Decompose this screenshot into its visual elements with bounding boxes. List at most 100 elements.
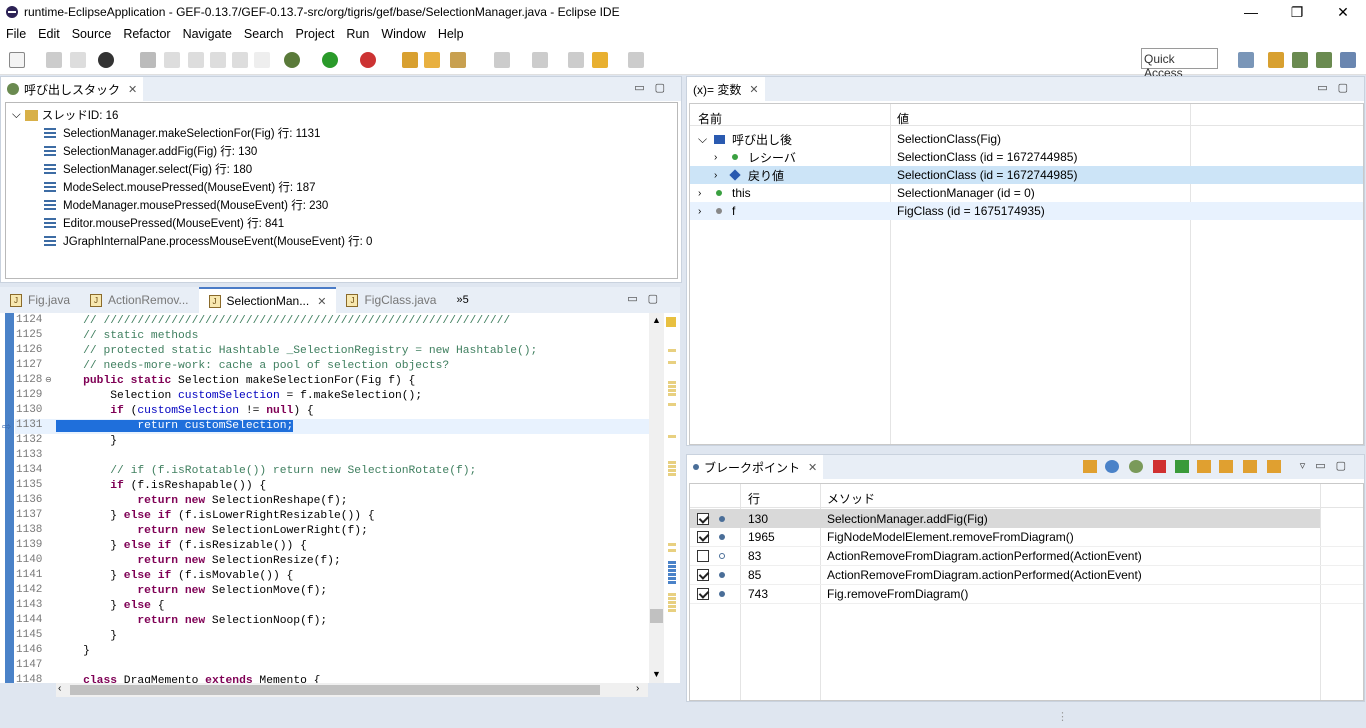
new-file-icon[interactable] xyxy=(9,52,25,68)
open-icon[interactable] xyxy=(1083,460,1097,473)
horizontal-scroll-thumb[interactable] xyxy=(70,685,600,695)
menu-source[interactable]: Source xyxy=(66,27,118,41)
close-icon[interactable]: ✕ xyxy=(749,83,758,96)
menu-refactor[interactable]: Refactor xyxy=(117,27,176,41)
menu-file[interactable]: File xyxy=(0,27,32,41)
scroll-right-icon[interactable]: › xyxy=(636,683,639,694)
code-editor[interactable]: ⇨ 1124 1125 1126 1127 1128 1129 1130 113… xyxy=(0,313,664,683)
editor-min-max-buttons[interactable]: ▭▢ xyxy=(627,292,668,305)
save-icon[interactable] xyxy=(46,52,62,68)
drop-frame-icon[interactable] xyxy=(210,52,226,68)
view-min-max-buttons[interactable]: ▭▢ xyxy=(634,81,675,94)
breakpoint-row[interactable]: 85 ActionRemoveFromDiagram.actionPerform… xyxy=(690,566,1363,585)
chevron-right-icon[interactable]: › xyxy=(698,188,701,199)
menu-edit[interactable]: Edit xyxy=(32,27,66,41)
menu-window[interactable]: Window xyxy=(375,27,431,41)
close-icon[interactable]: ✕ xyxy=(317,295,326,308)
variable-row[interactable]: ⌵ 呼び出し後 SelectionClass(Fig) xyxy=(690,130,1363,148)
prev-annotation-icon[interactable] xyxy=(532,52,548,68)
menu-project[interactable]: Project xyxy=(290,27,341,41)
tab-fig-java[interactable]: J Fig.java xyxy=(0,287,80,313)
tab-overflow[interactable]: »5 xyxy=(446,287,478,313)
open-perspective-icon[interactable] xyxy=(1238,52,1254,68)
debug-perspective-icon[interactable] xyxy=(1316,52,1332,68)
fold-icon[interactable]: ⊖ xyxy=(45,375,52,384)
last-edit-icon[interactable] xyxy=(568,52,584,68)
stack-frame[interactable]: Editor.mousePressed(MouseEvent) 行: 841 xyxy=(44,214,284,232)
menu-search[interactable]: Search xyxy=(238,27,290,41)
close-button[interactable]: ✕ xyxy=(1320,0,1366,24)
breakpoint-row[interactable]: 1965 FigNodeModelElement.removeFromDiagr… xyxy=(690,528,1363,547)
next-annotation-icon[interactable] xyxy=(494,52,510,68)
stack-frame[interactable]: SelectionManager.addFig(Fig) 行: 130 xyxy=(44,142,257,160)
scroll-down-icon[interactable]: ▼ xyxy=(652,669,661,679)
drop-to-frame-icon[interactable] xyxy=(1267,460,1281,473)
pencil-icon[interactable] xyxy=(450,52,466,68)
debug-icon[interactable] xyxy=(284,52,300,68)
stack-frame[interactable]: ModeManager.mousePressed(MouseEvent) 行: … xyxy=(44,196,328,214)
use-step-filters-icon[interactable] xyxy=(232,52,248,68)
warning-marker-icon[interactable] xyxy=(666,317,676,327)
chevron-right-icon[interactable]: › xyxy=(714,152,717,163)
step-into-icon[interactable] xyxy=(1197,460,1211,473)
chevron-down-icon[interactable]: ⌵ xyxy=(698,132,707,147)
new-java-project-icon[interactable] xyxy=(402,52,418,68)
stack-frame[interactable]: ModeSelect.mousePressed(MouseEvent) 行: 1… xyxy=(44,178,315,196)
menu-navigate[interactable]: Navigate xyxy=(177,27,238,41)
profile-icon[interactable] xyxy=(98,52,114,68)
column-header-line[interactable]: 行 xyxy=(748,490,760,507)
breakpoint-row-selected[interactable]: 130 SelectionManager.addFig(Fig) xyxy=(690,509,1320,528)
back-icon[interactable] xyxy=(592,52,608,68)
minimize-button[interactable]: — xyxy=(1228,0,1274,24)
column-header-value[interactable]: 値 xyxy=(897,110,909,127)
resource-perspective-icon[interactable] xyxy=(1340,52,1356,68)
step-return-icon[interactable] xyxy=(1243,460,1257,473)
variable-row[interactable]: › f FigClass (id = 1675174935) xyxy=(690,202,1363,220)
breakpoint-checkbox[interactable] xyxy=(697,512,709,525)
scroll-left-icon[interactable]: ‹ xyxy=(58,683,61,694)
view-min-max-buttons[interactable]: ▭▢ xyxy=(1317,81,1358,94)
tab-selectionmanager[interactable]: J SelectionMan... ✕ xyxy=(198,287,337,313)
skip-breakpoints-icon[interactable] xyxy=(164,52,180,68)
forward-icon[interactable] xyxy=(628,52,644,68)
breakpoint-checkbox[interactable] xyxy=(697,569,709,581)
menu-run[interactable]: Run xyxy=(340,27,375,41)
save-all-icon[interactable] xyxy=(70,52,86,68)
chevron-down-icon[interactable]: ⌵ xyxy=(12,109,21,122)
tab-variables[interactable]: (x)= 変数 ✕ xyxy=(687,77,765,101)
tab-callstack[interactable]: 呼び出しスタック ✕ xyxy=(1,77,144,101)
maximize-button[interactable]: ❐ xyxy=(1274,0,1320,24)
column-header-method[interactable]: メソッド xyxy=(827,490,875,507)
pilcrow-icon[interactable] xyxy=(254,52,270,68)
stack-frame[interactable]: SelectionManager.makeSelectionFor(Fig) 行… xyxy=(44,124,320,142)
breakpoint-row[interactable]: 83 ActionRemoveFromDiagram.actionPerform… xyxy=(690,547,1363,566)
step-over-icon[interactable] xyxy=(1219,460,1233,473)
open-folder-icon[interactable] xyxy=(424,52,440,68)
overview-ruler[interactable] xyxy=(664,313,680,683)
variable-row[interactable]: › レシーバ SelectionClass (id = 1672744985) xyxy=(690,148,1363,166)
scroll-thumb[interactable] xyxy=(650,609,663,623)
step-icon[interactable] xyxy=(188,52,204,68)
tab-breakpoints[interactable]: ブレークポイント ✕ xyxy=(687,455,824,479)
editor-vertical-scrollbar[interactable]: ▲ ▼ xyxy=(649,313,664,683)
variable-row-selected[interactable]: › 戻り値 SelectionClass (id = 1672744985) xyxy=(690,166,1363,184)
terminate-icon[interactable] xyxy=(1153,460,1166,473)
chevron-right-icon[interactable]: › xyxy=(698,206,701,217)
editor-horizontal-scrollbar[interactable]: ‹ › xyxy=(56,683,648,697)
run-icon[interactable] xyxy=(322,52,338,68)
close-icon[interactable]: ✕ xyxy=(128,83,137,96)
stack-frame[interactable]: SelectionManager.select(Fig) 行: 180 xyxy=(44,160,252,178)
tab-figclass-java[interactable]: J FigClass.java xyxy=(336,287,446,313)
view-menu-min-max-buttons[interactable]: ▿▭▢ xyxy=(1300,459,1356,472)
menu-help[interactable]: Help xyxy=(432,27,470,41)
resume-icon[interactable] xyxy=(1175,460,1189,473)
thread-node[interactable]: ⌵ スレッドID: 16 xyxy=(12,106,118,124)
breakpoint-checkbox[interactable] xyxy=(697,531,709,543)
quick-access-input[interactable]: Quick Access xyxy=(1141,48,1218,80)
external-tools-icon[interactable] xyxy=(360,52,376,68)
debug-icon[interactable] xyxy=(1129,460,1143,473)
chevron-right-icon[interactable]: › xyxy=(714,170,717,181)
java-perspective-icon[interactable] xyxy=(1268,52,1284,68)
column-header-name[interactable]: 名前 xyxy=(698,110,722,127)
link-icon[interactable] xyxy=(1105,460,1119,473)
